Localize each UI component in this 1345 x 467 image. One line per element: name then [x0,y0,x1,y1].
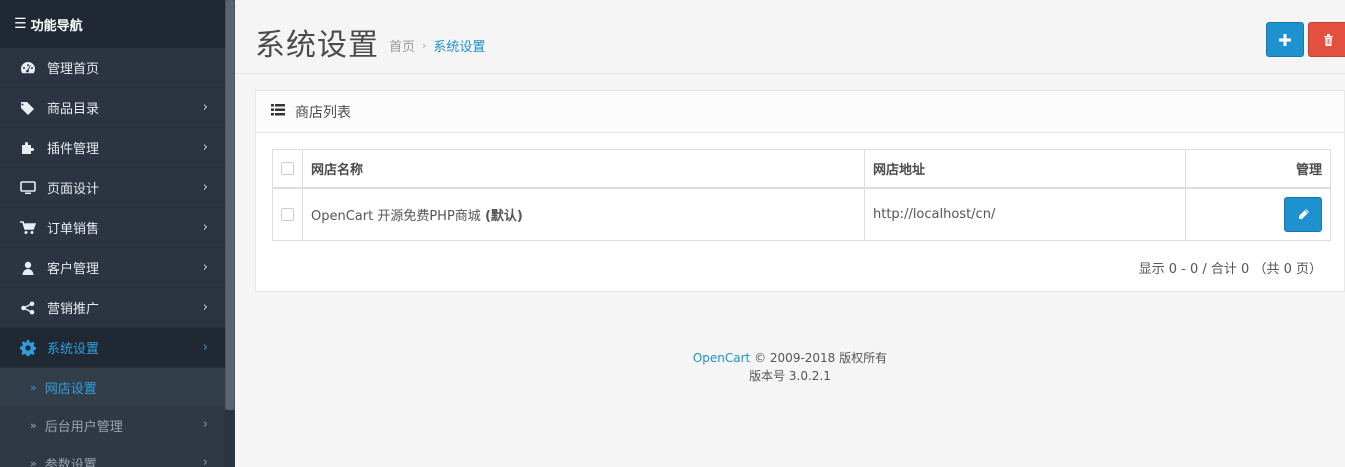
chevron-right-icon: › [202,220,208,235]
cart-icon [19,220,37,236]
store-list-panel: 商店列表 网店名称 网店地址 管理 OpenCart 开源免费PHP商城 (默认… [255,90,1345,292]
store-name: OpenCart 开源免费PHP商城 [311,208,481,224]
menu-icon: ☰ [14,16,27,32]
sidebar-item-dashboard[interactable]: 管理首页 [0,48,225,88]
select-all-cell [272,149,303,189]
trash-icon [1323,33,1333,46]
sidebar-item-label: 订单销售 [47,222,100,237]
plus-icon [1279,33,1291,46]
sidebar-subitem-localisation[interactable]: » 参数设置 › [0,444,225,467]
sidebar-item-marketing[interactable]: 营销推广 › [0,288,225,328]
column-header-action: 管理 [1185,149,1331,189]
sidebar-title: 功能导航 [30,18,83,34]
page-header: 系统设置 首页 › 系统设置 [235,0,1345,74]
sidebar-item-design[interactable]: 页面设计 › [0,168,225,208]
sidebar-item-label: 页面设计 [47,182,100,197]
pagination-info: 显示 0 - 0 / 合计 0 （共 0 页） [1138,262,1322,277]
sidebar-subitem-store-settings[interactable]: » 网店设置 [0,368,225,406]
sidebar-item-extensions[interactable]: 插件管理 › [0,128,225,168]
add-store-button[interactable] [1266,22,1304,57]
sidebar-scrollbar[interactable] [225,0,235,410]
opencart-link[interactable]: OpenCart [693,351,750,365]
breadcrumb: 首页 › 系统设置 [389,36,485,55]
user-icon [19,260,37,276]
sidebar-item-catalog[interactable]: 商品目录 › [0,88,225,128]
share-icon [19,300,37,316]
sidebar-header[interactable]: ☰ 功能导航 [0,0,225,48]
gear-icon [19,339,37,356]
store-url-cell: http://localhost/cn/ [864,187,1186,241]
table-header-row: 网店名称 网店地址 管理 [272,149,1331,189]
chevron-right-icon: › [202,100,208,115]
breadcrumb-separator-icon: › [422,39,427,52]
main-content: 系统设置 首页 › 系统设置 商店列表 网店名称 网店地址 管理 OpenCar… [235,0,1345,467]
row-checkbox[interactable] [281,207,294,221]
copyright-text: © 2009-2018 版权所有 [754,351,888,365]
sidebar-item-label: 插件管理 [47,142,100,157]
pencil-icon [1298,208,1309,219]
select-all-checkbox[interactable] [281,161,294,175]
sidebar-subitem-label: 后台用户管理 [44,419,123,435]
sidebar-item-label: 管理首页 [47,62,100,77]
chevron-right-icon: › [202,300,208,315]
sidebar-item-label: 系统设置 [47,342,100,357]
chevron-right-icon: › [202,140,208,155]
double-chevron-icon: » [30,380,37,394]
sidebar-menu: 管理首页 商品目录 › 插件管理 › 页面设计 › 订单销售 › 客户管理 › … [0,48,225,467]
page-title: 系统设置 [255,28,379,63]
footer-copyright-line: OpenCart © 2009-2018 版权所有 [235,349,1345,367]
sidebar-item-customers[interactable]: 客户管理 › [0,248,225,288]
double-chevron-icon: » [30,456,37,467]
chevron-right-icon: › [202,455,208,467]
sidebar-item-label: 客户管理 [47,262,100,277]
list-icon [271,103,285,120]
puzzle-icon [19,140,37,156]
chevron-right-icon: › [202,260,208,275]
action-cell [1185,187,1331,241]
monitor-icon [19,180,37,196]
sidebar-item-label: 营销推广 [47,302,100,317]
column-header-store-name[interactable]: 网店名称 [302,149,865,189]
footer: OpenCart © 2009-2018 版权所有 版本号 3.0.2.1 [235,349,1345,385]
chevron-right-icon: › [202,340,208,355]
row-select-cell [272,187,303,241]
double-chevron-icon: » [30,418,37,432]
breadcrumb-current-link[interactable]: 系统设置 [433,36,485,55]
sidebar-subitem-label: 网店设置 [44,381,97,397]
tags-icon [19,100,37,116]
chevron-right-icon: › [202,180,208,195]
dashboard-icon [19,60,37,76]
panel-heading: 商店列表 [256,91,1344,133]
breadcrumb-home-link[interactable]: 首页 [389,36,415,55]
default-label: (默认) [484,208,523,224]
version-text: 版本号 3.0.2.1 [749,369,831,383]
store-table: 网店名称 网店地址 管理 OpenCart 开源免费PHP商城 (默认) htt… [272,149,1331,241]
column-header-store-url[interactable]: 网店地址 [864,149,1186,189]
chevron-right-icon: › [202,417,208,432]
store-name-cell: OpenCart 开源免费PHP商城 (默认) [302,187,865,241]
table-row: OpenCart 开源免费PHP商城 (默认) http://localhost… [272,187,1331,241]
sidebar-item-label: 商品目录 [47,102,100,117]
sidebar-subitem-label: 参数设置 [44,457,97,467]
sidebar-item-system[interactable]: 系统设置 › [0,328,225,368]
delete-store-button[interactable] [1308,22,1345,57]
sidebar-item-sales[interactable]: 订单销售 › [0,208,225,248]
panel-title: 商店列表 [295,104,351,121]
sidebar: ☰ 功能导航 管理首页 商品目录 › 插件管理 › 页面设计 › 订单销售 › … [0,0,235,467]
sidebar-subitem-users[interactable]: » 后台用户管理 › [0,406,225,444]
edit-store-button[interactable] [1284,196,1322,232]
sidebar-scrollbar-thumb[interactable] [226,0,234,410]
